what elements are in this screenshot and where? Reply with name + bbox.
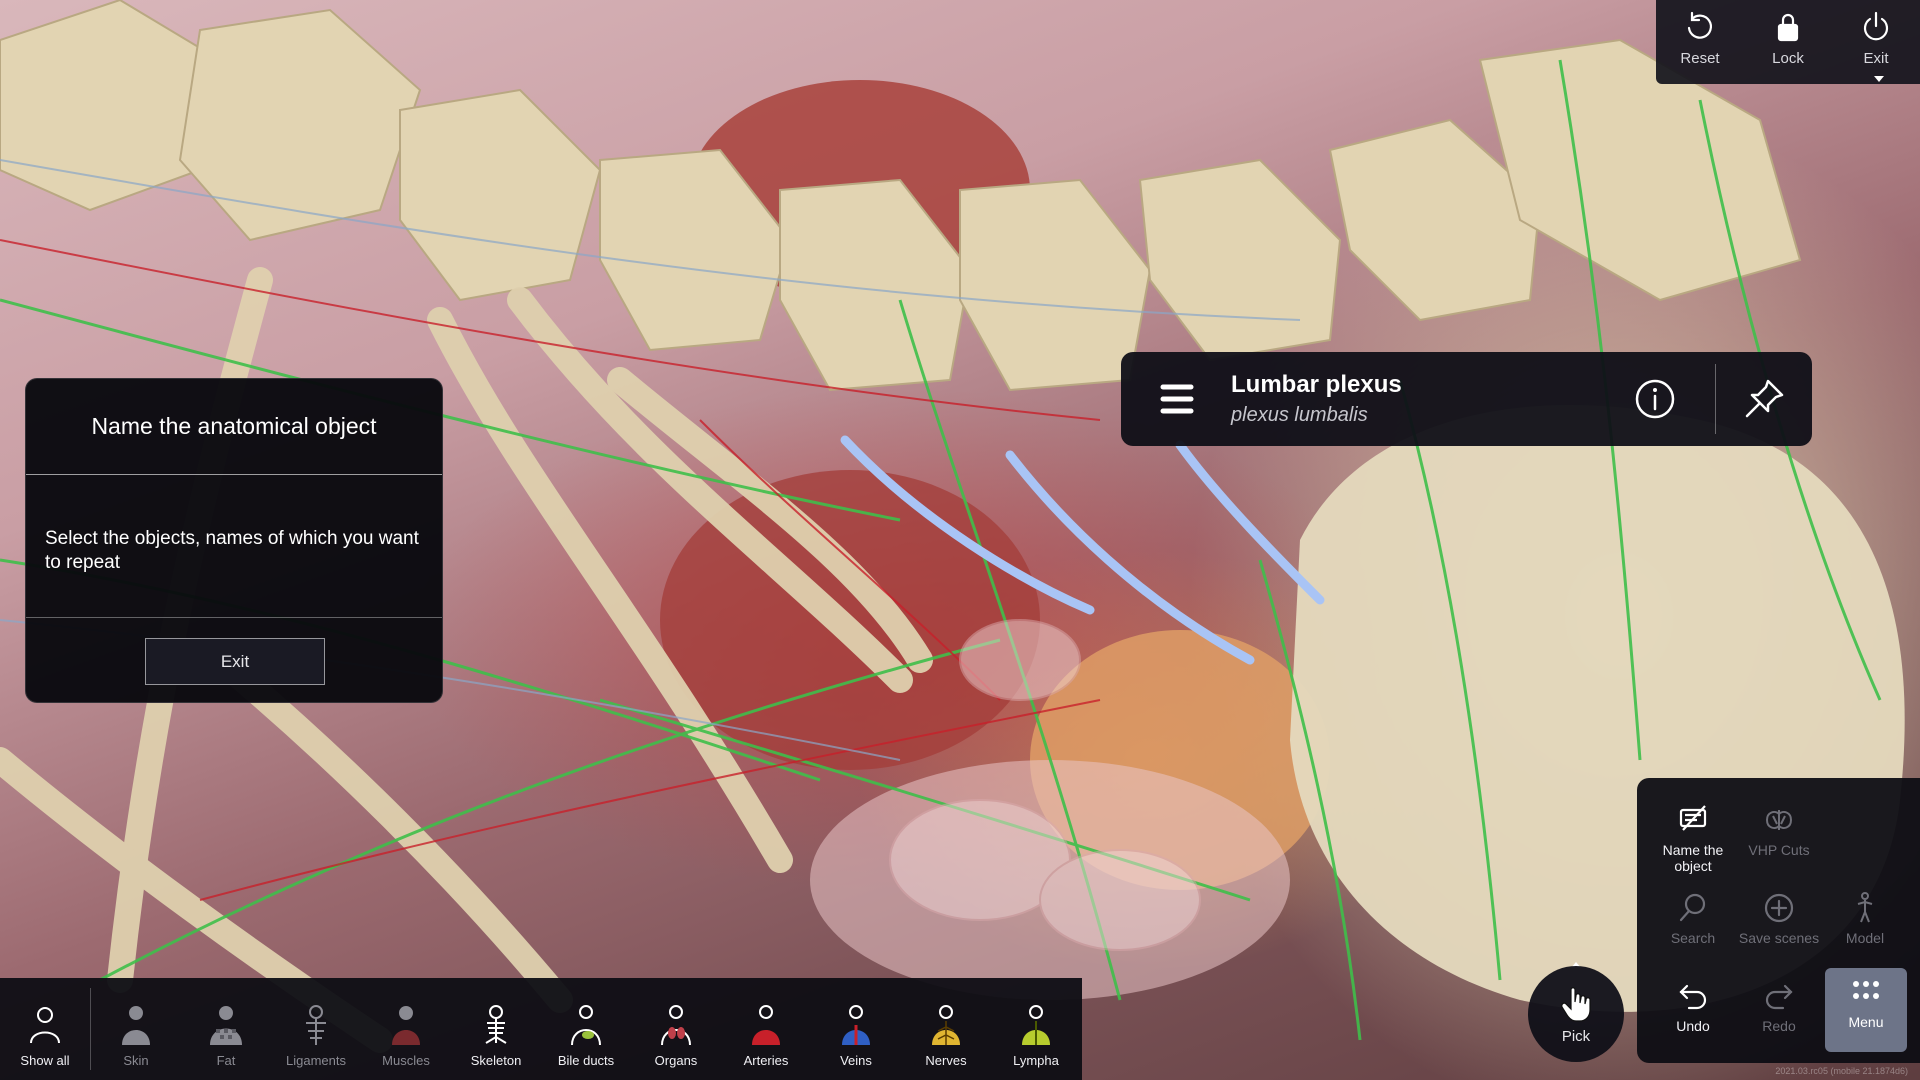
- undo-icon: [1679, 984, 1707, 1010]
- organs-icon: [661, 1005, 691, 1046]
- layer-label: Lympha: [1013, 1053, 1059, 1068]
- layer-label: Organs: [654, 1053, 698, 1068]
- layer-ligaments[interactable]: Ligaments: [271, 978, 361, 1080]
- quiz-title: Name the anatomical object: [26, 379, 442, 475]
- layer-label: Bile ducts: [557, 1053, 615, 1068]
- save-scenes-label: Save scenes: [1738, 930, 1820, 946]
- fat-icon: [210, 1006, 242, 1045]
- name-object-icon: [1679, 805, 1707, 831]
- layer-skeleton[interactable]: Skeleton: [451, 978, 541, 1080]
- tools-menu-panel: Name the object VHP Cuts Search Save sce…: [1637, 778, 1920, 1063]
- ligaments-icon: [306, 1005, 326, 1045]
- power-icon: [1863, 11, 1889, 41]
- layer-label: Nerves: [925, 1053, 967, 1068]
- layer-label: Arteries: [743, 1053, 789, 1068]
- muscles-icon: [392, 1006, 420, 1045]
- layer-nerves[interactable]: Nerves: [901, 978, 991, 1080]
- model-label: Model: [1845, 930, 1885, 946]
- exit-app-label: Exit: [1863, 50, 1889, 67]
- plus-circle-icon: [1764, 893, 1794, 923]
- name-the-object-label: Name the object: [1662, 842, 1724, 874]
- layer-bar: Show all Skin Fat Ligaments Muscles Skel…: [0, 978, 1082, 1080]
- info-icon[interactable]: [1633, 377, 1677, 421]
- redo-label: Redo: [1762, 1018, 1796, 1034]
- search-icon: [1679, 893, 1706, 922]
- lympha-icon: [1022, 1005, 1050, 1045]
- quiz-instruction: Select the objects, names of which you w…: [26, 475, 442, 618]
- save-scenes-button[interactable]: Save scenes: [1737, 884, 1821, 968]
- lock-icon: [1777, 13, 1799, 42]
- layer-veins[interactable]: Veins: [811, 978, 901, 1080]
- skeleton-icon: [485, 1005, 507, 1044]
- layer-show-all[interactable]: Show all: [0, 978, 90, 1080]
- redo-icon: [1765, 984, 1793, 1010]
- nerves-icon: [932, 1005, 960, 1045]
- layer-label: Fat: [216, 1053, 236, 1068]
- version-text: 2021.03.rc05 (mobile 21.1874d6): [1775, 1066, 1908, 1076]
- pick-label: Pick: [1561, 1027, 1591, 1045]
- search-label: Search: [1670, 930, 1716, 946]
- layer-arteries[interactable]: Arteries: [721, 978, 811, 1080]
- name-object-quiz-dialog: Name the anatomical object Select the ob…: [25, 378, 443, 703]
- quiz-exit-button[interactable]: Exit: [145, 638, 325, 685]
- vhp-cuts-button[interactable]: VHP Cuts: [1737, 796, 1821, 880]
- vhp-cuts-icon: [1765, 810, 1793, 830]
- lock-label: Lock: [1772, 50, 1804, 67]
- menu-label: Menu: [1848, 1014, 1884, 1030]
- layer-bile-ducts[interactable]: Bile ducts: [541, 978, 631, 1080]
- vhp-cuts-label: VHP Cuts: [1748, 842, 1810, 858]
- hand-pointer-icon: [1561, 986, 1591, 1022]
- reset-icon: [1687, 11, 1712, 39]
- layer-fat[interactable]: Fat: [181, 978, 271, 1080]
- pick-button[interactable]: Pick: [1528, 966, 1624, 1062]
- model-button[interactable]: Model: [1823, 884, 1907, 968]
- layer-label: Veins: [840, 1053, 872, 1068]
- hamburger-menu-icon[interactable]: [1147, 369, 1207, 429]
- bile-ducts-icon: [571, 1005, 601, 1046]
- top-toolbar: Reset Lock Exit: [1656, 0, 1920, 84]
- reset-label: Reset: [1680, 50, 1720, 67]
- layer-skin[interactable]: Skin: [91, 978, 181, 1080]
- undo-button[interactable]: Undo: [1651, 972, 1735, 1056]
- layer-label: Muscles: [382, 1053, 430, 1068]
- layer-muscles[interactable]: Muscles: [361, 978, 451, 1080]
- veins-icon: [842, 1005, 870, 1045]
- layer-label: Skeleton: [470, 1053, 522, 1068]
- skin-icon: [122, 1006, 150, 1045]
- exit-app-button[interactable]: Exit: [1836, 10, 1916, 67]
- arteries-icon: [752, 1005, 780, 1045]
- layer-label: Ligaments: [286, 1053, 346, 1068]
- label-divider: [1715, 364, 1716, 434]
- layer-label: Skin: [123, 1053, 149, 1068]
- search-button[interactable]: Search: [1651, 884, 1735, 968]
- object-names: Lumbar plexus plexus lumbalis: [1231, 371, 1633, 427]
- layer-lympha[interactable]: Lympha: [991, 978, 1081, 1080]
- exit-caret-icon: [1874, 76, 1884, 82]
- pin-icon[interactable]: [1740, 375, 1788, 423]
- undo-label: Undo: [1676, 1018, 1710, 1034]
- menu-button[interactable]: Menu: [1825, 968, 1907, 1052]
- selected-object-label: Lumbar plexus plexus lumbalis: [1121, 352, 1812, 446]
- layer-label: Show all: [20, 1053, 70, 1068]
- lock-button[interactable]: Lock: [1748, 10, 1828, 67]
- reset-button[interactable]: Reset: [1660, 10, 1740, 67]
- object-name: Lumbar plexus: [1231, 371, 1402, 398]
- name-the-object-button[interactable]: Name the object: [1651, 796, 1735, 880]
- grid-dots-icon: [1853, 981, 1879, 999]
- object-latin-name: plexus lumbalis: [1231, 404, 1368, 426]
- person-outline-icon: [30, 1007, 60, 1044]
- layer-organs[interactable]: Organs: [631, 978, 721, 1080]
- redo-button[interactable]: Redo: [1737, 972, 1821, 1056]
- model-figure-icon: [1857, 892, 1873, 923]
